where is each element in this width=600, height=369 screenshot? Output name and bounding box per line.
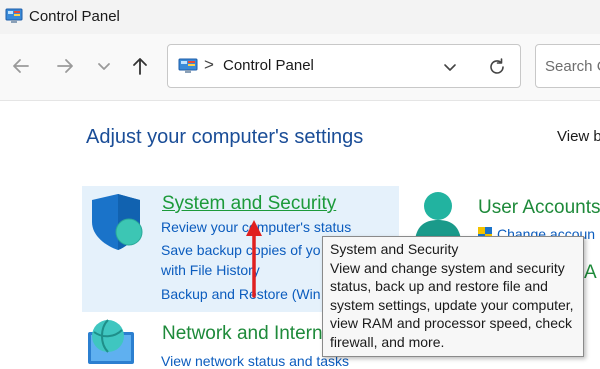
user-accounts-icon[interactable] <box>413 190 463 240</box>
control-panel-icon <box>178 58 198 73</box>
window-title: Control Panel <box>29 8 120 25</box>
breadcrumb-control-panel[interactable]: Control Panel <box>223 57 314 74</box>
refresh-icon[interactable] <box>487 57 507 77</box>
shield-icon[interactable] <box>88 192 146 252</box>
annotation-arrow-icon <box>246 220 262 298</box>
system-security-tooltip: System and Security View and change syst… <box>322 236 584 357</box>
view-by-label[interactable]: View b <box>557 128 600 145</box>
control-panel-icon <box>5 8 23 23</box>
address-bar[interactable]: > Control Panel <box>167 44 521 88</box>
title-bar: Control Panel <box>0 0 600 34</box>
search-input[interactable]: Search C <box>545 58 600 75</box>
backup-restore-link[interactable]: Backup and Restore (Win <box>161 286 321 302</box>
page-heading: Adjust your computer's settings <box>86 126 364 148</box>
forward-arrow-icon[interactable] <box>53 54 77 78</box>
save-backup-link[interactable]: Save backup copies of yo <box>161 242 321 258</box>
network-globe-icon[interactable] <box>86 318 146 368</box>
view-network-status-link[interactable]: View network status and tasks <box>161 353 349 369</box>
breadcrumb-separator[interactable]: > <box>204 55 214 75</box>
back-arrow-icon[interactable] <box>9 54 33 78</box>
search-box[interactable]: Search C <box>535 44 600 88</box>
network-and-internet-link[interactable]: Network and Intern <box>162 323 323 345</box>
system-and-security-link[interactable]: System and Security <box>162 193 336 215</box>
user-accounts-link[interactable]: User Accounts <box>478 197 600 219</box>
tooltip-title: System and Security <box>330 241 459 257</box>
appearance-category-link[interactable]: A <box>584 262 597 284</box>
chevron-down-icon[interactable] <box>92 54 116 78</box>
up-arrow-icon[interactable] <box>128 54 152 78</box>
address-dropdown-chevron-icon[interactable] <box>442 59 458 75</box>
tooltip-body: View and change system and security stat… <box>330 259 574 350</box>
